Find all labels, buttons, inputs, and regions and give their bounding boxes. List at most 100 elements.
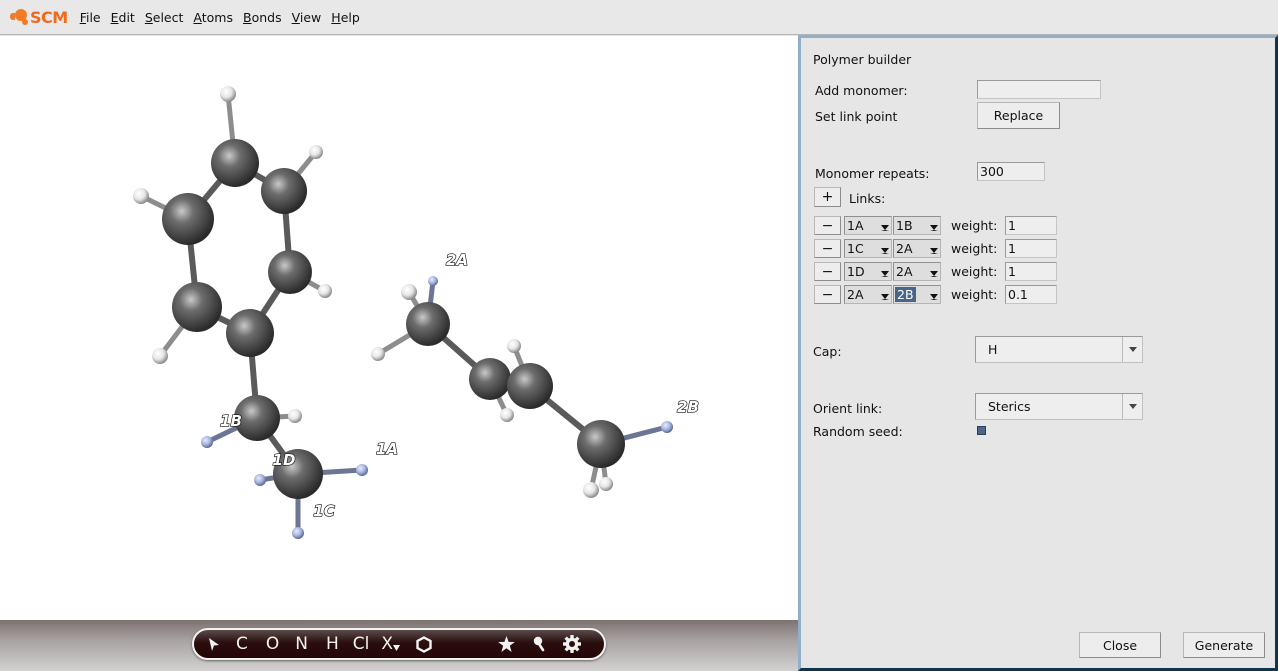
settings-gear-icon[interactable]	[563, 635, 582, 653]
link-atom[interactable]	[356, 464, 368, 476]
link-atom[interactable]	[661, 421, 673, 433]
weight-input[interactable]: 1	[1005, 239, 1057, 258]
element-c-button[interactable]: C	[236, 635, 248, 653]
add-link-button[interactable]: +	[814, 187, 841, 207]
weight-label: weight:	[951, 241, 998, 256]
ring-template-icon[interactable]	[416, 635, 432, 653]
replace-button[interactable]: Replace	[977, 102, 1060, 129]
link-from-select[interactable]: 1C	[844, 239, 892, 258]
link-to-select[interactable]: 2A	[893, 239, 941, 258]
link-atom[interactable]	[254, 474, 266, 486]
links-label: Links:	[849, 191, 886, 206]
molecule-viewport[interactable]: 1A 1B 1C 1D 2A 2B	[0, 36, 798, 620]
link-atom[interactable]	[428, 276, 438, 286]
menu-bonds[interactable]: Bonds	[243, 10, 282, 25]
scm-logo: SCM	[10, 8, 68, 27]
carbon-atom[interactable]	[577, 420, 625, 468]
carbon-atom[interactable]	[469, 358, 511, 400]
menu-mnemonic: V	[291, 9, 300, 25]
carbon-atom[interactable]	[268, 250, 312, 294]
link-atom[interactable]	[201, 436, 213, 448]
menu-edit[interactable]: Edit	[111, 10, 135, 25]
weight-input[interactable]: 0.1	[1005, 285, 1057, 304]
hydrogen-atom[interactable]	[318, 284, 332, 298]
menu-mnemonic: E	[110, 9, 119, 25]
menu-view[interactable]: View	[292, 10, 322, 25]
hydrogen-atom[interactable]	[152, 348, 168, 364]
link-atom[interactable]	[292, 527, 304, 539]
hydrogen-atom[interactable]	[500, 408, 514, 422]
link-from-value: 1D	[847, 264, 865, 279]
link-to-select[interactable]: 1B	[893, 216, 941, 235]
menu-file[interactable]: File	[80, 10, 101, 25]
hydrogen-atom[interactable]	[220, 86, 236, 102]
dropdown-triangle-icon	[393, 645, 401, 651]
hydrogen-atom[interactable]	[583, 482, 599, 498]
orient-link-select[interactable]: Sterics	[975, 393, 1143, 420]
hydrogen-atom[interactable]	[288, 409, 302, 423]
weight-input[interactable]: 1	[1005, 262, 1057, 281]
link-to-select[interactable]: 2A	[893, 262, 941, 281]
hydrogen-atom[interactable]	[599, 477, 613, 491]
remove-link-button[interactable]: −	[814, 239, 841, 258]
random-seed-checkbox[interactable]	[977, 426, 986, 435]
menu-atoms[interactable]: Atoms	[193, 10, 233, 25]
menu-mnemonic: S	[144, 9, 153, 25]
hydrogen-atom[interactable]	[309, 145, 323, 159]
menu-mnemonic: B	[243, 9, 252, 25]
remove-link-button[interactable]: −	[814, 216, 841, 235]
generate-button[interactable]: Generate	[1183, 632, 1265, 658]
carbon-atom[interactable]	[507, 363, 553, 409]
select-arrow-icon[interactable]	[208, 637, 220, 652]
hydrogen-atom[interactable]	[507, 339, 521, 353]
orient-link-label: Orient link:	[813, 401, 883, 416]
search-key-icon[interactable]	[533, 636, 545, 652]
hydrogen-atom[interactable]	[371, 347, 385, 361]
chevron-down-icon	[879, 263, 891, 280]
close-button[interactable]: Close	[1079, 632, 1161, 658]
link-label-1a: 1A	[376, 440, 398, 458]
menu-select[interactable]: Select	[145, 10, 184, 25]
menu-label-rest: onds	[251, 9, 282, 25]
element-cl-button[interactable]: Cl	[353, 635, 370, 653]
link-from-select[interactable]: 2A	[844, 285, 892, 304]
carbon-atom[interactable]	[406, 302, 450, 346]
menu-bar: SCM File Edit Select Atoms Bonds View Help	[0, 0, 1278, 35]
link-from-select[interactable]: 1A	[844, 216, 892, 235]
weight-label: weight:	[951, 287, 998, 302]
monomer-repeats-input[interactable]: 300	[977, 162, 1045, 181]
carbon-atom[interactable]	[172, 282, 222, 332]
menu-mnemonic: A	[193, 9, 202, 25]
star-icon[interactable]	[498, 636, 515, 652]
cap-select[interactable]: H	[975, 336, 1143, 363]
add-monomer-input[interactable]	[977, 80, 1101, 99]
link-label-2a: 2A	[446, 251, 468, 269]
element-n-button[interactable]: N	[295, 635, 308, 653]
element-x-button[interactable]: X	[381, 635, 401, 653]
random-seed-label: Random seed:	[813, 424, 903, 439]
link-to-value: 2A	[896, 241, 913, 256]
menu-label-rest: elp	[340, 9, 360, 25]
carbon-atom[interactable]	[261, 168, 307, 214]
chevron-down-icon	[879, 217, 891, 234]
link-from-select[interactable]: 1D	[844, 262, 892, 281]
menu-label-rest: iew	[299, 9, 322, 25]
carbon-atom[interactable]	[162, 193, 214, 245]
chevron-down-icon	[928, 217, 940, 234]
link-label-1d: 1D	[273, 451, 296, 469]
carbon-atom[interactable]	[211, 139, 259, 187]
remove-link-button[interactable]: −	[814, 262, 841, 281]
element-h-button[interactable]: H	[326, 635, 339, 653]
weight-label: weight:	[951, 218, 998, 233]
element-toolbar: C O N H Cl X	[192, 628, 606, 660]
element-o-button[interactable]: O	[266, 635, 279, 653]
molecule-canvas[interactable]: 1A 1B 1C 1D 2A 2B	[0, 36, 798, 620]
link-to-select[interactable]: 2B	[893, 285, 941, 304]
hydrogen-atom[interactable]	[401, 284, 417, 300]
remove-link-button[interactable]: −	[814, 285, 841, 304]
link-from-value: 1A	[847, 218, 864, 233]
weight-input[interactable]: 1	[1005, 216, 1057, 235]
carbon-atom[interactable]	[226, 309, 274, 357]
menu-help[interactable]: Help	[331, 10, 360, 25]
hydrogen-atom[interactable]	[133, 188, 149, 204]
